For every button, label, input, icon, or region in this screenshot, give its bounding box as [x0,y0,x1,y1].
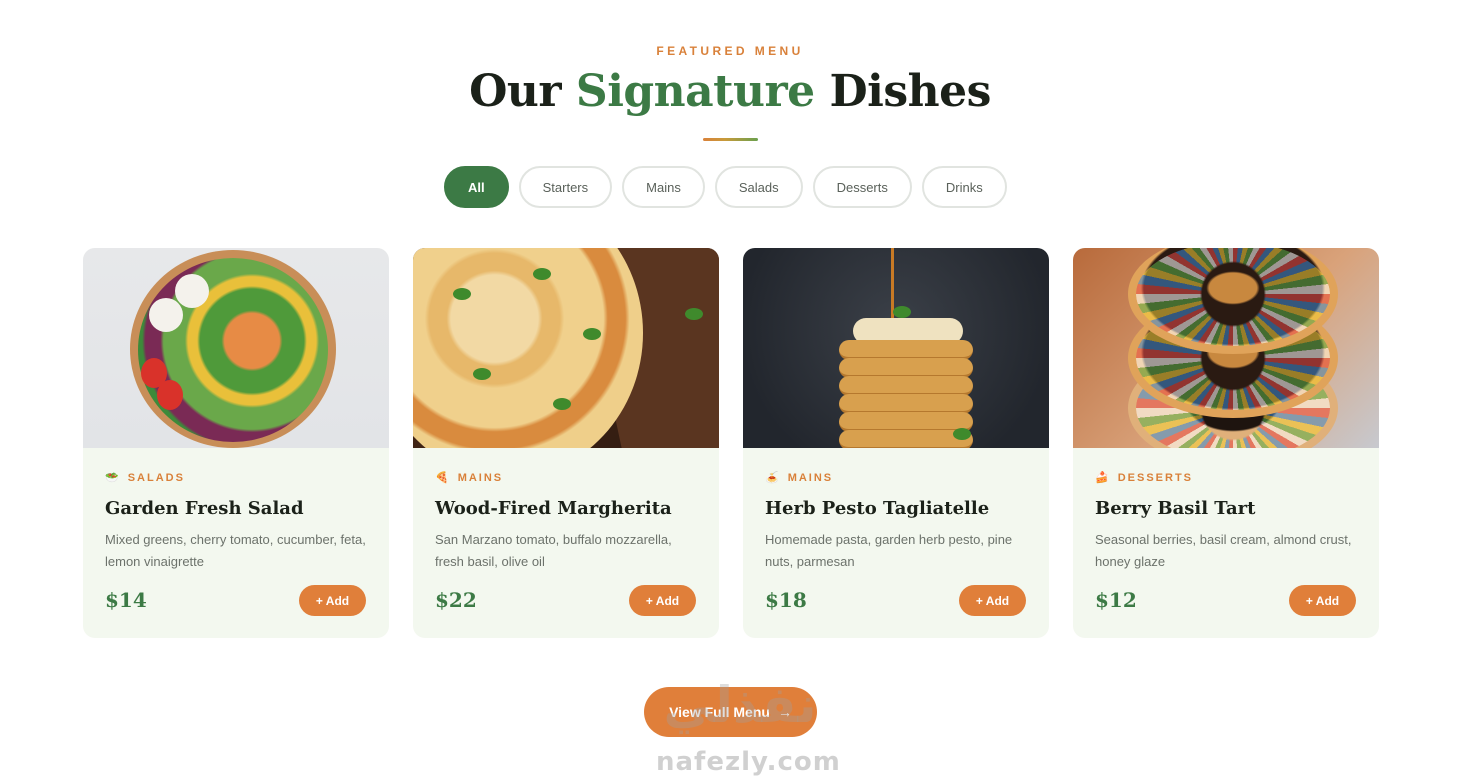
filter-all[interactable]: All [444,166,509,208]
dish-card[interactable]: 🥗 SALADS Garden Fresh Salad Mixed greens… [83,248,389,638]
dish-category: DESSERTS [1117,472,1193,484]
dish-name: Garden Fresh Salad [105,498,304,519]
pizza-image [413,248,719,448]
dish-price: $18 [765,588,807,612]
filter-desserts[interactable]: Desserts [812,166,912,208]
dish-grid: 🥗 SALADS Garden Fresh Salad Mixed greens… [83,248,1379,638]
dish-card[interactable]: 🍕 MAINS Wood-Fired Margherita San Marzan… [413,248,719,638]
title-accent: Signature [575,66,815,117]
add-to-cart-button[interactable]: + Add [1289,585,1356,616]
donut-stack-image [1073,248,1379,448]
dish-description: Seasonal berries, basil cream, almond cr… [1095,532,1352,569]
section-eyebrow: FEATURED MENU [656,44,804,58]
category-filters: All Starters Mains Salads Desserts Drink… [444,166,1007,208]
dish-name: Wood-Fired Margherita [435,498,672,519]
dish-description: San Marzano tomato, buffalo mozzarella, … [435,532,672,569]
section-title: Our Signature Dishes [0,66,1460,117]
pizza-icon: 🍕 [435,471,449,484]
dish-category: MAINS [457,472,504,484]
cake-icon: 🍰 [1095,471,1109,484]
watermark-logo: nafezly.com [656,747,841,777]
filter-mains[interactable]: Mains [622,166,705,208]
dish-category: SALADS [127,472,185,484]
add-to-cart-button[interactable]: + Add [299,585,366,616]
salad-icon: 🥗 [105,471,119,484]
title-underline [703,138,758,141]
watermark-logo-arabic: نفذلي [663,676,817,734]
pasta-icon: 🍝 [765,471,779,484]
filter-starters[interactable]: Starters [518,166,613,208]
title-part-1: Our [469,66,562,117]
salad-bowl-image [83,248,389,448]
add-to-cart-button[interactable]: + Add [959,585,1026,616]
dish-description: Mixed greens, cherry tomato, cucumber, f… [105,532,366,569]
title-part-2: Dishes [829,66,992,117]
dish-name: Berry Basil Tart [1095,498,1256,519]
dish-card[interactable]: 🍝 MAINS Herb Pesto Tagliatelle Homemade … [743,248,1049,638]
filter-drinks[interactable]: Drinks [921,166,1007,208]
dish-name: Herb Pesto Tagliatelle [765,498,990,519]
pancake-stack-image [743,248,1049,448]
add-to-cart-button[interactable]: + Add [629,585,696,616]
dish-price: $22 [435,588,477,612]
filter-salads[interactable]: Salads [714,166,803,208]
dish-description: Homemade pasta, garden herb pesto, pine … [765,532,1013,569]
dish-price: $14 [105,588,147,612]
dish-card[interactable]: 🍰 DESSERTS Berry Basil Tart Seasonal ber… [1073,248,1379,638]
dish-price: $12 [1095,588,1137,612]
dish-category: MAINS [787,472,834,484]
